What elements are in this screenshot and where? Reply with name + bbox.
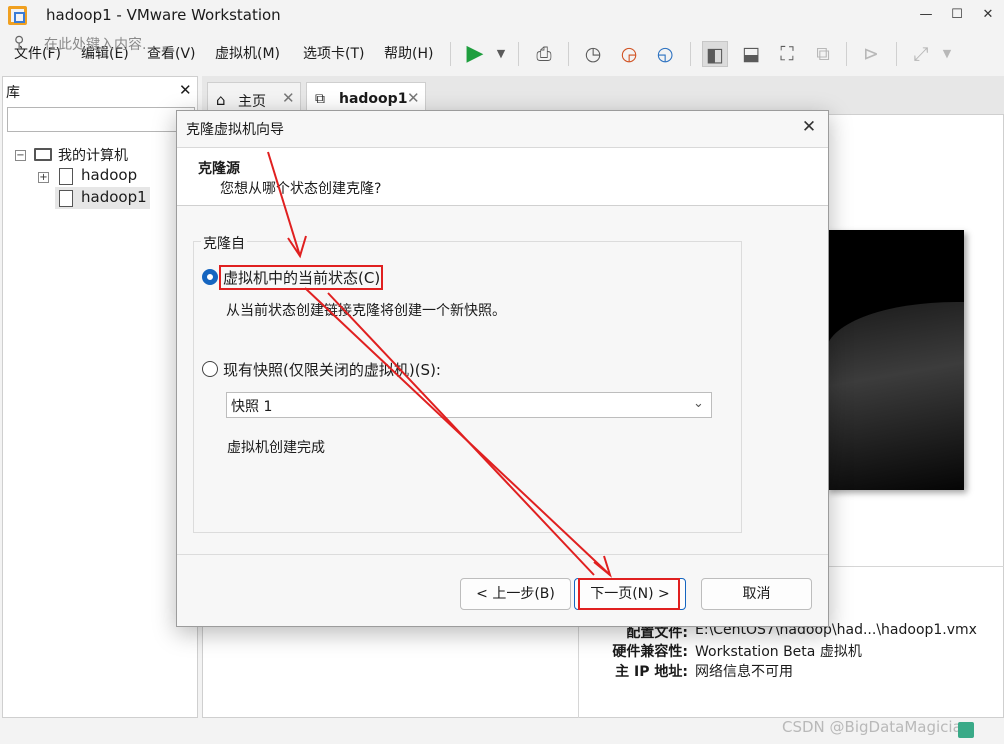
annotation-arrow <box>267 151 301 257</box>
annotation-arrowhead <box>593 555 612 578</box>
annotation-arrows <box>267 151 612 578</box>
annotation-arrow <box>327 292 595 576</box>
